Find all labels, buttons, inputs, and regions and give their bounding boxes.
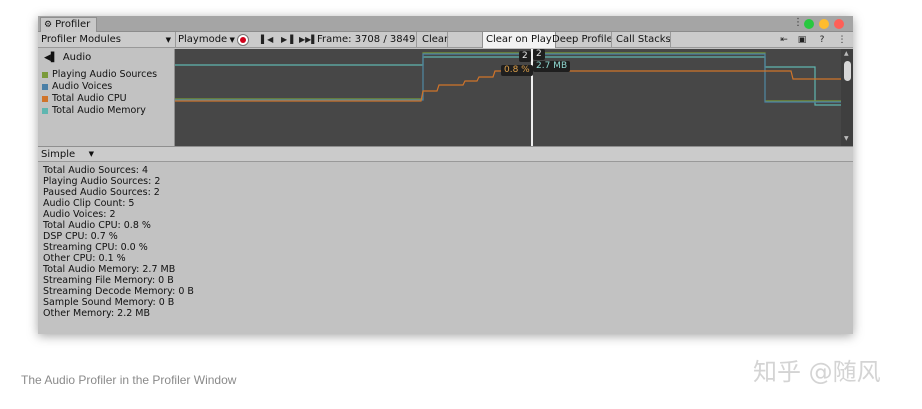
profiler-tab-icon: ⚙ <box>44 20 53 30</box>
next-frame-icon[interactable]: ▶▐ <box>281 32 293 48</box>
legend-swatch <box>42 83 48 90</box>
legend-item-audio-voices[interactable]: Audio Voices <box>42 81 112 92</box>
tooltip-memory: 2.7 MB <box>533 61 571 72</box>
view-mode-dropdown[interactable]: Simple ▼ <box>41 147 96 162</box>
series-line-audio-voices <box>175 53 841 103</box>
stat-line: Total Audio Memory: 2.7 MB <box>43 264 176 275</box>
audio-module-header[interactable]: ◀▌ Audio <box>44 52 91 63</box>
scroll-up-icon[interactable]: ▲ <box>844 50 849 57</box>
series-line-playing-audio-sources <box>175 52 841 102</box>
legend-label: Audio Voices <box>52 81 113 92</box>
playmode-dropdown[interactable]: Playmode ▼ <box>178 32 235 48</box>
profiler-toolbar: Profiler Modules ▼ Playmode ▼ ▌◀ ▶▐ ▶▶▌ … <box>38 32 853 48</box>
current-frame-icon[interactable]: ▶▶▌ <box>299 32 317 48</box>
toolbar-divider <box>175 32 176 48</box>
legend-label: Playing Audio Sources <box>52 69 158 80</box>
stat-line: DSP CPU: 0.7 % <box>43 231 118 242</box>
legend-swatch <box>42 107 48 114</box>
toolbar-divider <box>416 32 417 48</box>
toolbar-divider <box>447 32 448 48</box>
deep-profile-toggle[interactable]: Deep Profile <box>549 32 616 48</box>
legend-item-total-audio-cpu[interactable]: Total Audio CPU <box>42 93 127 104</box>
stat-line: Total Audio Sources: 4 <box>43 165 149 176</box>
tooltip-voices: 2 <box>533 49 545 60</box>
close-button[interactable] <box>834 19 844 29</box>
module-legend-panel: ◀▌ Audio Playing Audio Sources Audio Voi… <box>38 49 175 146</box>
legend-item-total-audio-memory[interactable]: Total Audio Memory <box>42 105 146 116</box>
playmode-label: Playmode <box>178 34 228 45</box>
speaker-icon: ◀▌ <box>44 52 58 63</box>
maximize-button[interactable] <box>804 19 814 29</box>
audio-module-title: Audio <box>62 52 92 63</box>
profiler-tab-label: Profiler <box>55 19 91 30</box>
stat-line: Streaming CPU: 0.0 % <box>43 242 148 253</box>
title-bar: ⚙ Profiler ⋮ <box>38 16 853 32</box>
tooltip-cpu: 0.8 % <box>501 65 533 76</box>
view-mode-label: Simple <box>41 149 76 160</box>
help-icon[interactable]: ? <box>816 34 828 46</box>
stat-line: Sample Sound Memory: 0 B <box>43 297 175 308</box>
tooltip-playing-sources: 2 <box>519 51 531 62</box>
audio-stats-list: Total Audio Sources: 4 Playing Audio Sou… <box>43 165 194 319</box>
stat-line: Other CPU: 0.1 % <box>43 253 126 264</box>
toolbar-divider <box>670 32 671 48</box>
profiler-tab[interactable]: ⚙ Profiler <box>40 17 98 32</box>
load-icon[interactable]: ⇤ <box>778 34 790 46</box>
options-menu-icon[interactable]: ⋮ <box>836 34 848 46</box>
clear-on-play-toggle[interactable]: Clear on Play <box>482 32 556 48</box>
record-button[interactable] <box>237 34 249 46</box>
figure-caption: The Audio Profiler in the Profiler Windo… <box>21 373 237 387</box>
chart-scrollbar[interactable]: ▲ ▼ <box>841 49 853 146</box>
minimize-button[interactable] <box>819 19 829 29</box>
stat-line: Playing Audio Sources: 2 <box>43 176 161 187</box>
stat-line: Total Audio CPU: 0.8 % <box>43 220 151 231</box>
stat-line: Streaming Decode Memory: 0 B <box>43 286 194 297</box>
frame-counter: Frame: 3708 / 3849 <box>317 34 416 45</box>
watermark: 知乎 @随风 <box>753 358 881 386</box>
scroll-down-icon[interactable]: ▼ <box>844 135 849 142</box>
detail-toolbar: Simple ▼ <box>38 146 853 162</box>
chevron-down-icon: ▼ <box>165 36 171 44</box>
legend-label: Total Audio CPU <box>52 93 127 104</box>
legend-label: Total Audio Memory <box>52 105 146 116</box>
audio-chart[interactable]: 2 2 0.8 % 2.7 MB <box>175 49 841 146</box>
stat-line: Audio Voices: 2 <box>43 209 116 220</box>
profiler-window: ⚙ Profiler ⋮ Profiler Modules ▼ Playmode… <box>38 16 853 334</box>
chevron-down-icon: ▼ <box>88 150 94 158</box>
save-icon[interactable]: ▣ <box>796 34 808 46</box>
profiler-modules-dropdown[interactable]: Profiler Modules ▼ <box>41 32 173 48</box>
stat-line: Paused Audio Sources: 2 <box>43 187 160 198</box>
legend-swatch <box>42 71 48 78</box>
audio-chart-svg <box>175 49 841 146</box>
call-stacks-toggle[interactable]: Call Stacks <box>613 32 674 48</box>
stat-line: Streaming File Memory: 0 B <box>43 275 174 286</box>
toolbar-divider <box>611 32 612 48</box>
previous-frame-icon[interactable]: ▌◀ <box>261 32 273 48</box>
stat-line: Audio Clip Count: 5 <box>43 198 135 209</box>
stat-line: Other Memory: 2.2 MB <box>43 308 151 319</box>
legend-swatch <box>42 95 48 102</box>
profiler-modules-label: Profiler Modules <box>41 34 121 45</box>
window-menu-icon[interactable]: ⋮ <box>793 17 803 28</box>
legend-item-playing-audio-sources[interactable]: Playing Audio Sources <box>42 69 157 80</box>
scrollbar-thumb[interactable] <box>844 61 851 81</box>
